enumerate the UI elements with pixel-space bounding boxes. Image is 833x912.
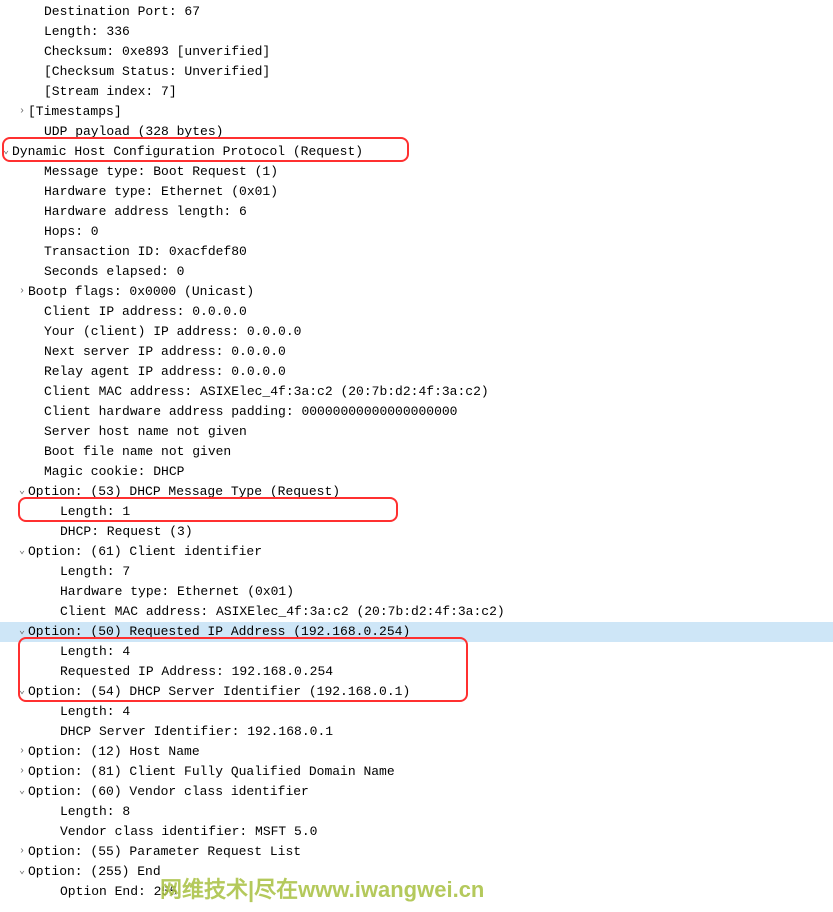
dhcp-next-server[interactable]: Next server IP address: 0.0.0.0 xyxy=(0,342,833,362)
opt-255[interactable]: ⌄ Option: (255) End xyxy=(0,862,833,882)
chevron-down-icon[interactable]: ⌄ xyxy=(16,682,28,702)
udp-dst-port[interactable]: Destination Port: 67 xyxy=(0,2,833,22)
chevron-down-icon[interactable]: ⌄ xyxy=(16,482,28,502)
dhcp-boot-file[interactable]: Boot file name not given xyxy=(0,442,833,462)
dhcp-server-host[interactable]: Server host name not given xyxy=(0,422,833,442)
dhcp-header[interactable]: ⌄ Dynamic Host Configuration Protocol (R… xyxy=(0,142,833,162)
opt-60[interactable]: ⌄ Option: (60) Vendor class identifier xyxy=(0,782,833,802)
opt-50-len[interactable]: Length: 4 xyxy=(0,642,833,662)
opt-61-mac[interactable]: Client MAC address: ASIXElec_4f:3a:c2 (2… xyxy=(0,602,833,622)
packet-tree: Destination Port: 67 Length: 336 Checksu… xyxy=(0,0,833,902)
opt-53-len[interactable]: Length: 1 xyxy=(0,502,833,522)
udp-checksum[interactable]: Checksum: 0xe893 [unverified] xyxy=(0,42,833,62)
opt-54-len[interactable]: Length: 4 xyxy=(0,702,833,722)
udp-payload[interactable]: UDP payload (328 bytes) xyxy=(0,122,833,142)
chevron-down-icon[interactable]: ⌄ xyxy=(0,142,12,162)
dhcp-bootp-flags[interactable]: › Bootp flags: 0x0000 (Unicast) xyxy=(0,282,833,302)
dhcp-client-hw-pad[interactable]: Client hardware address padding: 0000000… xyxy=(0,402,833,422)
dhcp-txn-id[interactable]: Transaction ID: 0xacfdef80 xyxy=(0,242,833,262)
opt-50[interactable]: ⌄ Option: (50) Requested IP Address (192… xyxy=(0,622,833,642)
udp-stream-index[interactable]: [Stream index: 7] xyxy=(0,82,833,102)
chevron-down-icon[interactable]: ⌄ xyxy=(16,862,28,882)
udp-length[interactable]: Length: 336 xyxy=(0,22,833,42)
opt-50-ip[interactable]: Requested IP Address: 192.168.0.254 xyxy=(0,662,833,682)
chevron-right-icon[interactable]: › xyxy=(16,842,28,862)
dhcp-client-mac[interactable]: Client MAC address: ASIXElec_4f:3a:c2 (2… xyxy=(0,382,833,402)
opt-61-hw-type[interactable]: Hardware type: Ethernet (0x01) xyxy=(0,582,833,602)
dhcp-relay-agent[interactable]: Relay agent IP address: 0.0.0.0 xyxy=(0,362,833,382)
opt-55[interactable]: › Option: (55) Parameter Request List xyxy=(0,842,833,862)
chevron-down-icon[interactable]: ⌄ xyxy=(16,622,28,642)
chevron-right-icon[interactable]: › xyxy=(16,742,28,762)
dhcp-msg-type[interactable]: Message type: Boot Request (1) xyxy=(0,162,833,182)
chevron-down-icon[interactable]: ⌄ xyxy=(16,542,28,562)
dhcp-your-ip[interactable]: Your (client) IP address: 0.0.0.0 xyxy=(0,322,833,342)
dhcp-client-ip[interactable]: Client IP address: 0.0.0.0 xyxy=(0,302,833,322)
opt-60-val[interactable]: Vendor class identifier: MSFT 5.0 xyxy=(0,822,833,842)
dhcp-hw-type[interactable]: Hardware type: Ethernet (0x01) xyxy=(0,182,833,202)
opt-255-val[interactable]: Option End: 255 xyxy=(0,882,833,902)
dhcp-hops[interactable]: Hops: 0 xyxy=(0,222,833,242)
opt-54-val[interactable]: DHCP Server Identifier: 192.168.0.1 xyxy=(0,722,833,742)
opt-54[interactable]: ⌄ Option: (54) DHCP Server Identifier (1… xyxy=(0,682,833,702)
opt-61-len[interactable]: Length: 7 xyxy=(0,562,833,582)
chevron-right-icon[interactable]: › xyxy=(16,102,28,122)
opt-81[interactable]: › Option: (81) Client Fully Qualified Do… xyxy=(0,762,833,782)
dhcp-magic-cookie[interactable]: Magic cookie: DHCP xyxy=(0,462,833,482)
opt-60-len[interactable]: Length: 8 xyxy=(0,802,833,822)
opt-61[interactable]: ⌄ Option: (61) Client identifier xyxy=(0,542,833,562)
chevron-right-icon[interactable]: › xyxy=(16,282,28,302)
opt-53-val[interactable]: DHCP: Request (3) xyxy=(0,522,833,542)
chevron-right-icon[interactable]: › xyxy=(16,762,28,782)
udp-timestamps[interactable]: › [Timestamps] xyxy=(0,102,833,122)
opt-53[interactable]: ⌄ Option: (53) DHCP Message Type (Reques… xyxy=(0,482,833,502)
opt-12[interactable]: › Option: (12) Host Name xyxy=(0,742,833,762)
chevron-down-icon[interactable]: ⌄ xyxy=(16,782,28,802)
dhcp-hw-len[interactable]: Hardware address length: 6 xyxy=(0,202,833,222)
dhcp-seconds[interactable]: Seconds elapsed: 0 xyxy=(0,262,833,282)
udp-checksum-status[interactable]: [Checksum Status: Unverified] xyxy=(0,62,833,82)
